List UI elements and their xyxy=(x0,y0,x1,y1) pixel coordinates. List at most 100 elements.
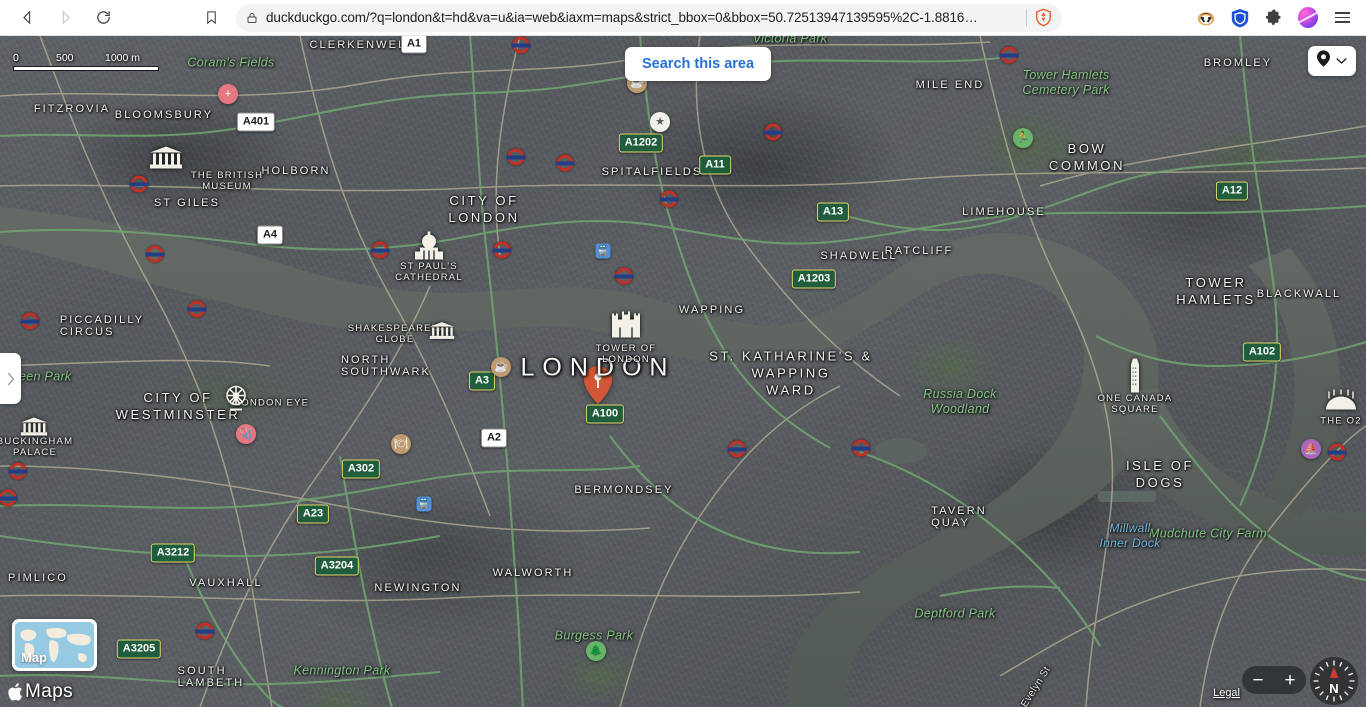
compass-control[interactable]: N xyxy=(1310,657,1358,705)
map-label-place: BROMLEY xyxy=(1203,57,1273,69)
rail-station-icon[interactable]: 🚆 xyxy=(416,496,432,512)
poi-park-icon[interactable]: 🌲 xyxy=(586,641,606,661)
road-shield: A4 xyxy=(256,225,284,245)
zoom-out-button[interactable]: − xyxy=(1242,671,1274,690)
extension-toolbar xyxy=(1196,7,1352,28)
map-layer-switcher[interactable]: Map xyxy=(12,619,97,671)
poi-white-icon[interactable]: ★ xyxy=(650,112,670,132)
extensions-puzzle-icon[interactable] xyxy=(1264,8,1284,28)
map-label-place: NORTH SOUTHWARK xyxy=(341,354,431,378)
scale-line xyxy=(13,66,159,71)
map-label-poi: THE BRITISH MUSEUM xyxy=(190,170,264,192)
maps-brand: Maps xyxy=(8,681,73,703)
poi-tan-icon[interactable]: ☕ xyxy=(491,357,511,377)
tube-station-icon[interactable] xyxy=(370,241,389,259)
tube-station-icon[interactable] xyxy=(727,440,746,458)
forward-button[interactable] xyxy=(50,3,80,33)
map-label-place: PIMLICO xyxy=(8,572,68,584)
map-canvas[interactable]: 0 500 1000 m Search this area Map Maps L… xyxy=(0,36,1366,707)
map-label-place: WAPPING xyxy=(678,304,746,316)
lock-icon xyxy=(246,11,258,25)
tube-station-icon[interactable] xyxy=(492,241,511,259)
london-result-pin[interactable] xyxy=(584,366,612,404)
tube-station-icon[interactable] xyxy=(0,489,17,507)
satellite-texture xyxy=(0,36,1366,707)
address-bar[interactable]: duckduckgo.com/?q=london&t=hd&va=u&ia=we… xyxy=(236,3,1062,32)
browser-menu-icon[interactable] xyxy=(1332,8,1352,28)
map-label-place: ST GILES xyxy=(153,197,221,209)
reload-button[interactable] xyxy=(88,3,118,33)
poi-park-icon[interactable]: 🏃 xyxy=(1013,128,1033,148)
road-shield: A1203 xyxy=(791,269,837,289)
shield-extension-icon[interactable] xyxy=(1230,8,1250,28)
poi-hospital-icon[interactable]: + xyxy=(218,84,238,104)
tube-station-icon[interactable] xyxy=(8,462,27,480)
map-pin-dropdown[interactable] xyxy=(1308,46,1356,76)
map-label-park: Russia Dock Woodland xyxy=(923,387,997,416)
map-label-park: Deptford Park xyxy=(914,606,996,621)
road-shield: A2 xyxy=(480,428,508,448)
map-label-park: Mudchute City Farm xyxy=(1149,526,1267,541)
bookmark-icon[interactable] xyxy=(196,3,226,33)
tube-station-icon[interactable] xyxy=(1327,443,1346,461)
tube-station-icon[interactable] xyxy=(999,46,1018,64)
map-label-place: BLOOMSBURY xyxy=(114,109,214,121)
map-feature-layer: LONDON CITY OF LONDON CITY OF WESTMINSTER TOW… xyxy=(0,36,1366,707)
brave-shields-icon[interactable] xyxy=(1035,8,1052,27)
road-shield: A100 xyxy=(585,404,625,424)
rail-station-icon[interactable]: 🚆 xyxy=(595,243,611,259)
tube-station-icon[interactable] xyxy=(614,267,633,285)
tube-station-icon[interactable] xyxy=(195,622,214,640)
expand-sidebar-button[interactable] xyxy=(0,353,21,404)
poi-tan-icon[interactable]: 🍽 xyxy=(391,434,411,454)
map-label-district: CITY OF LONDON xyxy=(448,193,520,225)
buckingham-palace-icon xyxy=(18,417,50,441)
back-button[interactable] xyxy=(12,3,42,33)
map-label-place: SOUTH LAMBETH xyxy=(177,665,245,689)
tube-station-icon[interactable] xyxy=(129,175,148,193)
road-shield: A3205 xyxy=(116,639,162,659)
tube-station-icon[interactable] xyxy=(659,190,678,208)
map-label-poi: ST PAUL'S CATHEDRAL xyxy=(395,261,463,283)
road-shield: A1 xyxy=(400,36,428,54)
tube-station-icon[interactable] xyxy=(851,439,870,457)
profile-avatar[interactable] xyxy=(1298,7,1318,28)
map-label-poi: BUCKINGHAM PALACE xyxy=(0,436,74,458)
map-label-poi: ONE CANADA SQUARE xyxy=(1097,393,1173,415)
map-label-place: BLACKWALL xyxy=(1256,288,1342,300)
map-label-place: RATCLIFF xyxy=(884,245,954,257)
legal-link[interactable]: Legal xyxy=(1213,687,1240,699)
road-shield: A102 xyxy=(1242,342,1282,362)
map-label-place: BERMONDSEY xyxy=(574,484,674,496)
tube-station-icon[interactable] xyxy=(20,312,39,330)
map-label-place: SHADWELL xyxy=(820,250,898,262)
tube-station-icon[interactable] xyxy=(187,300,206,318)
one-canada-square-icon xyxy=(1128,358,1142,398)
tube-station-icon[interactable] xyxy=(555,154,574,172)
map-label-poi: SHAKESPEARE'S GLOBE xyxy=(347,323,443,345)
scale-tick-1000: 1000 m xyxy=(105,52,141,64)
maps-brand-text: Maps xyxy=(25,681,74,702)
map-label-park: Kennington Park xyxy=(293,663,391,678)
zoom-in-button[interactable]: + xyxy=(1274,671,1306,690)
road-shield: A401 xyxy=(236,112,276,132)
tube-station-icon[interactable] xyxy=(763,123,782,141)
st-pauls-cathedral-icon xyxy=(414,231,444,265)
scale-tick-500: 500 xyxy=(56,52,74,64)
british-museum-icon xyxy=(149,146,183,174)
map-label-district: BOW COMMON xyxy=(1048,141,1126,173)
poi-hospital-icon[interactable]: 🩺 xyxy=(236,424,256,444)
road-shield: A3204 xyxy=(314,556,360,576)
tube-station-icon[interactable] xyxy=(506,148,525,166)
map-label-street: Evelyn St xyxy=(1019,664,1053,707)
privacy-badger-icon[interactable] xyxy=(1196,8,1216,28)
tower-of-london-icon xyxy=(611,311,641,343)
road-shield: A1202 xyxy=(618,133,664,153)
tube-station-icon[interactable] xyxy=(145,245,164,263)
tube-station-icon[interactable] xyxy=(511,36,530,54)
poi-stadium-icon[interactable]: ⛵ xyxy=(1301,439,1321,459)
road-shield: A23 xyxy=(296,504,330,524)
search-this-area-button[interactable]: Search this area xyxy=(625,47,772,81)
road-shield: A12 xyxy=(1215,181,1249,201)
map-label-park: Victoria Park xyxy=(752,36,828,46)
